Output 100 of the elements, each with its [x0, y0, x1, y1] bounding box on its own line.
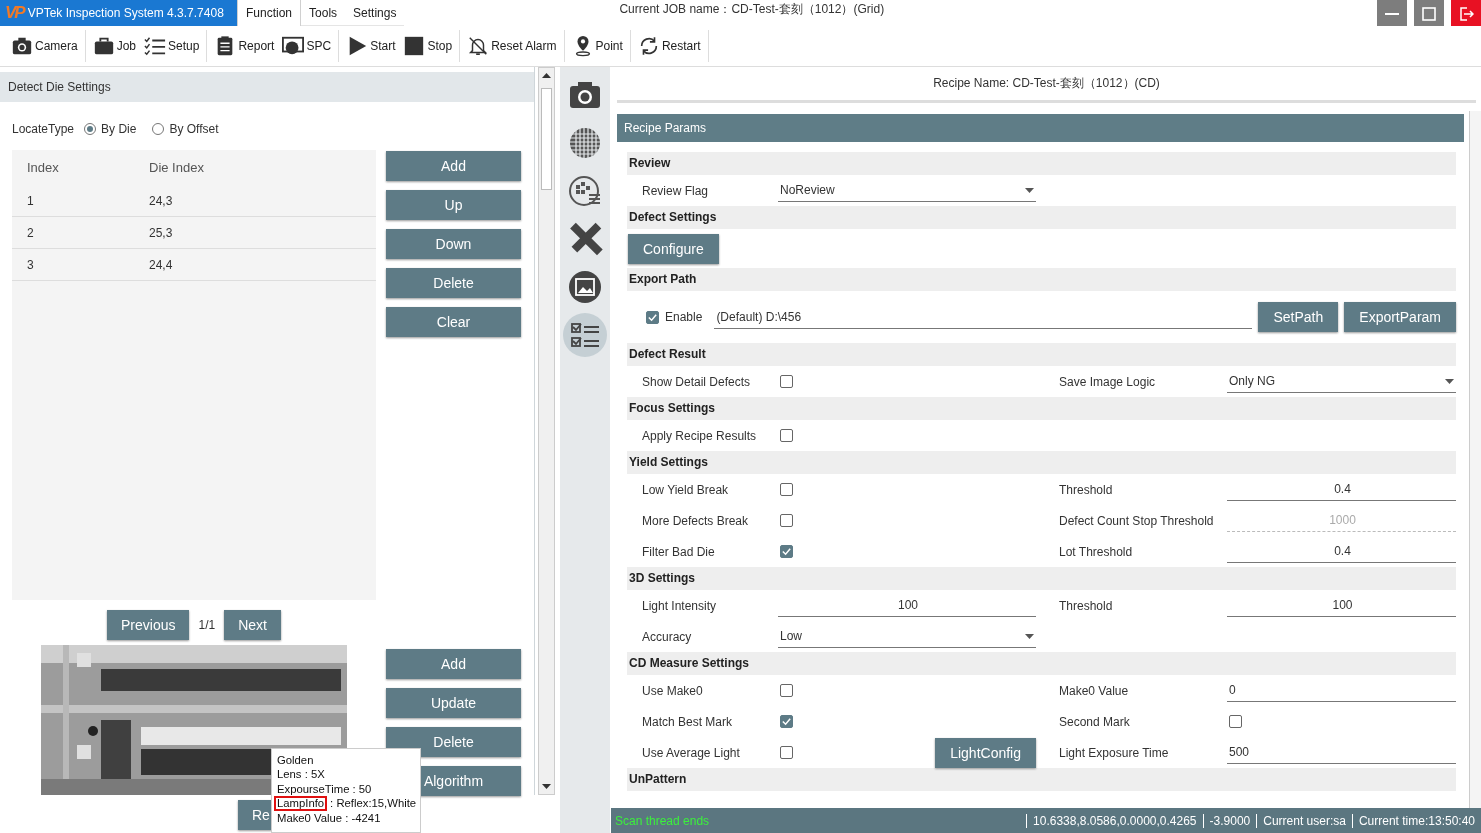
checkbox[interactable]	[780, 684, 793, 697]
action-button[interactable]: Update	[386, 688, 521, 718]
toolbar-button[interactable]: SPC	[282, 35, 332, 57]
section-header: CD Measure Settings	[627, 652, 1456, 675]
action-button[interactable]: Delete	[386, 727, 521, 757]
field-label: Apply Recipe Results	[642, 428, 758, 443]
dropdown[interactable]: Low	[778, 625, 1036, 648]
column-header: Die Index	[148, 160, 205, 175]
minimize-icon	[1385, 13, 1399, 15]
job-name: Current JOB name：CD-Test-套刻（1012）(Grid)	[618, 1, 885, 18]
camera-icon	[11, 35, 33, 57]
toolbar-button[interactable]: Camera	[11, 35, 78, 57]
menu-tab[interactable]: Function	[237, 0, 302, 26]
toolbar-button[interactable]: Stop	[403, 35, 453, 57]
input-field[interactable]: 0.4	[1227, 540, 1456, 563]
checkbox-label: Enable	[665, 310, 703, 324]
field-label: Threshold	[1059, 598, 1114, 613]
checkbox[interactable]	[780, 429, 793, 442]
input-field[interactable]: 100	[778, 594, 1036, 617]
toolbar-button[interactable]: Restart	[637, 35, 701, 57]
picture-frame-icon	[567, 269, 603, 305]
checkbox[interactable]	[646, 310, 659, 324]
checkbox[interactable]	[780, 483, 793, 496]
radio-option[interactable]: By Offset	[152, 122, 219, 136]
up-arrow-icon[interactable]	[541, 71, 552, 79]
down-arrow-icon[interactable]	[541, 783, 552, 791]
table-cell-text: 25,3	[148, 225, 174, 240]
next-button[interactable]: Next	[224, 610, 281, 640]
input-field[interactable]: 0	[1227, 679, 1456, 702]
checkbox[interactable]	[780, 514, 793, 527]
tooltip-text: ExpourseTime : 50	[277, 781, 372, 797]
table-cell-text: 2	[26, 225, 35, 240]
status-text: 10.6338,8.0586,0.0000,0.4265	[1026, 813, 1203, 828]
toolbar-button[interactable]: Start	[346, 35, 396, 57]
section-header: 3D Settings	[627, 567, 1456, 590]
radio-option[interactable]: By Die	[84, 122, 137, 136]
action-button[interactable]: Delete	[386, 268, 521, 298]
toolbar-button[interactable]: Point	[571, 35, 623, 57]
maximize-button[interactable]	[1414, 0, 1444, 28]
field-label: Show Detail Defects	[642, 374, 752, 389]
field-label: Defect Count Stop Threshold	[1059, 513, 1215, 528]
action-button[interactable]: SetPath	[1258, 302, 1339, 332]
field-label: More Defects Break	[642, 513, 750, 528]
status-text: -3.9000	[1202, 813, 1257, 828]
bell-off-icon	[467, 35, 490, 57]
scroll-thumb[interactable]	[541, 88, 552, 190]
scrollbar[interactable]	[1469, 111, 1481, 808]
input-field[interactable]: 500	[1227, 741, 1456, 764]
status-message: Scan thread ends	[614, 813, 711, 828]
caret-icon	[1025, 188, 1034, 193]
caret-icon	[1445, 379, 1454, 384]
exit-icon	[1458, 6, 1474, 22]
section-header: Yield Settings	[627, 451, 1456, 474]
toolbar-button[interactable]: Reset Alarm	[467, 35, 557, 57]
dropdown[interactable]: Only NG	[1227, 370, 1456, 393]
toolbar-button[interactable]: Job	[92, 35, 137, 57]
action-button[interactable]: Configure	[628, 233, 719, 264]
field-label: Light Exposure Time	[1059, 745, 1170, 760]
status-text: Current user:sa	[1256, 813, 1352, 828]
field-label: Light Intensity	[642, 598, 718, 613]
section-header: Review	[627, 152, 1456, 175]
field-label: Save Image Logic	[1059, 374, 1157, 389]
action-button[interactable]: Up	[386, 190, 521, 220]
action-button[interactable]: Down	[386, 229, 521, 259]
table-cell-text: 3	[26, 257, 35, 272]
section-header: Defect Settings	[627, 206, 1456, 229]
minimize-button[interactable]	[1377, 0, 1407, 28]
action-button[interactable]: Clear	[386, 307, 521, 337]
scrollbar[interactable]	[538, 67, 555, 795]
input-field[interactable]: 100	[1227, 594, 1456, 617]
table-cell-text: 24,4	[148, 257, 174, 272]
dropdown[interactable]: NoReview	[778, 179, 1036, 202]
previous-button[interactable]: Previous	[107, 610, 190, 640]
action-button[interactable]: Add	[386, 649, 521, 679]
field-label: Filter Bad Die	[642, 544, 716, 559]
panel-header: Detect Die Settings	[0, 72, 534, 102]
toolbar-button[interactable]: Setup	[144, 35, 200, 57]
action-button[interactable]: LightConfig	[935, 737, 1036, 768]
section-header: Defect Result	[627, 343, 1456, 366]
field-label: Use Average Light	[642, 745, 741, 760]
page-indicator: 1/1	[198, 618, 216, 632]
toolbar-button[interactable]: Report	[214, 35, 275, 57]
caret-icon	[1025, 634, 1034, 639]
checkbox[interactable]	[780, 746, 793, 759]
section-header: Export Path	[627, 268, 1456, 291]
table-cell-text: 1	[26, 193, 35, 208]
action-button[interactable]: Add	[386, 151, 521, 181]
exit-button[interactable]	[1451, 0, 1481, 28]
checkbox[interactable]	[780, 715, 793, 728]
field-label: Second Mark	[1059, 714, 1131, 729]
input-field[interactable]: (Default) D:\456	[714, 305, 1253, 329]
section-header: Focus Settings	[627, 397, 1456, 420]
checkbox[interactable]	[780, 375, 793, 388]
stop-icon	[403, 35, 426, 57]
checkbox[interactable]	[1229, 715, 1242, 728]
checkbox[interactable]	[780, 545, 793, 558]
column-header: Index	[26, 160, 60, 175]
action-button[interactable]: ExportParam	[1344, 302, 1456, 332]
sidebar-tab[interactable]	[563, 313, 607, 357]
input-field[interactable]: 0.4	[1227, 478, 1456, 501]
